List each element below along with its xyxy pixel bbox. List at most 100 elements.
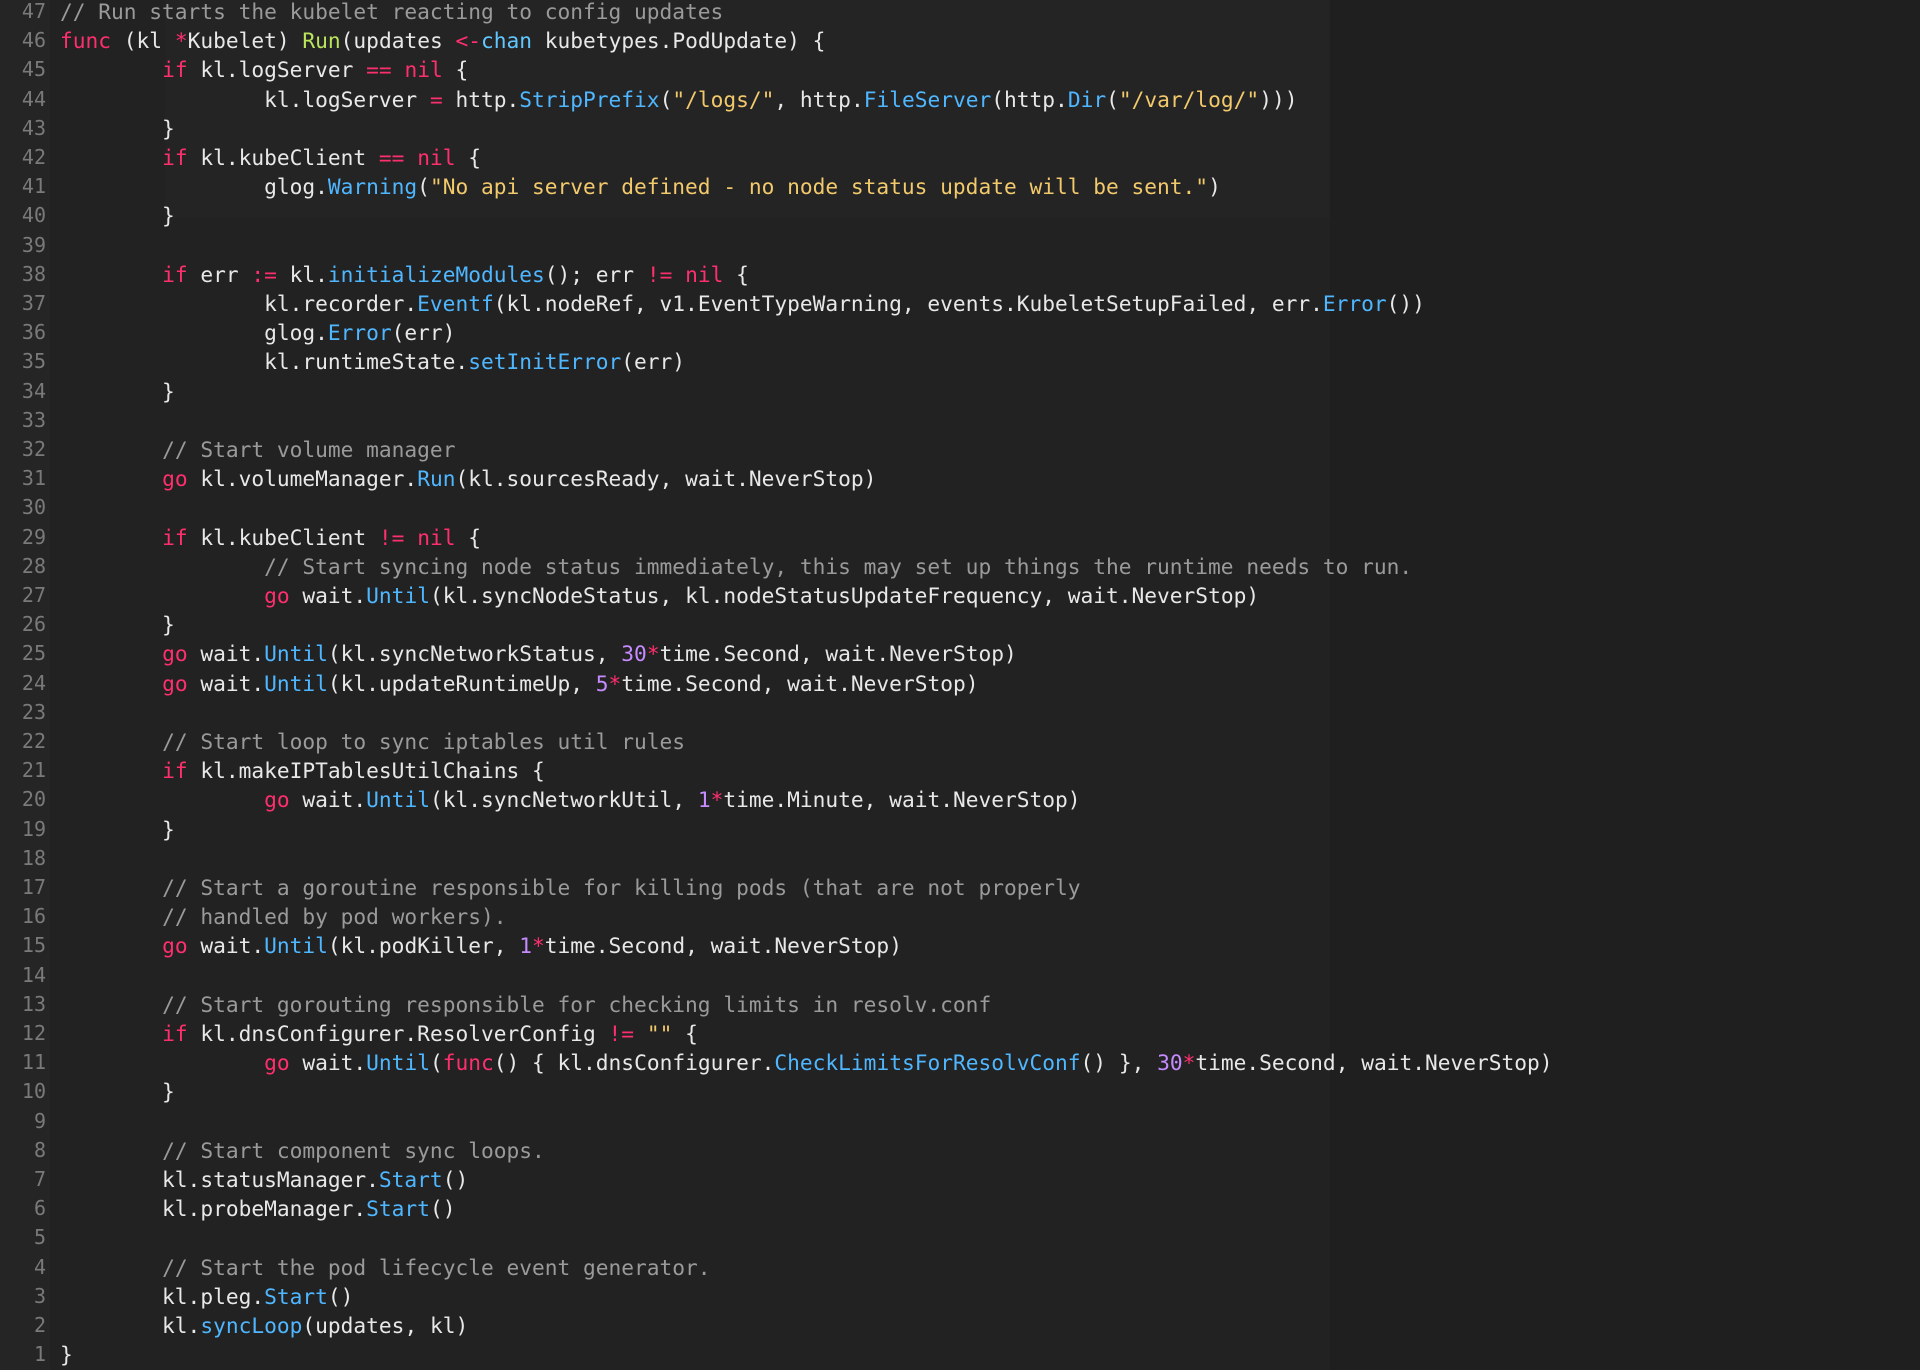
code-line[interactable]: 8 // Start component sync loops. — [0, 1136, 1920, 1165]
code-line[interactable]: 23 — [0, 698, 1920, 727]
line-number: 7 — [33, 1167, 46, 1191]
code-line[interactable]: 19 } — [0, 815, 1920, 844]
code-line[interactable]: 17 // Start a goroutine responsible for … — [0, 873, 1920, 902]
code-line[interactable]: 35 kl.runtimeState.setInitError(err) — [0, 347, 1920, 376]
code-token: ))) — [1259, 86, 1298, 112]
code-token: kubetypes.PodUpdate) { — [532, 28, 826, 54]
line-number: 33 — [21, 407, 46, 432]
code-line[interactable]: 37 kl.recorder.Eventf(kl.nodeRef, v1.Eve… — [0, 289, 1920, 318]
code-line[interactable]: 29 if kl.kubeClient != nil { — [0, 523, 1920, 552]
code-line[interactable]: 21 if kl.makeIPTablesUtilChains { — [0, 756, 1920, 785]
code-token: chan — [481, 28, 533, 54]
code-line[interactable]: 32 // Start volume manager — [0, 435, 1920, 464]
code-line[interactable]: 27 go wait.Until(kl.syncNodeStatus, kl.n… — [0, 581, 1920, 610]
code-token: Until — [366, 787, 430, 813]
code-token: kl. — [60, 1313, 201, 1338]
code-token: Dir — [1067, 86, 1107, 112]
code-line[interactable]: 14 — [0, 961, 1920, 990]
code-token: http. — [442, 86, 520, 112]
code-line[interactable]: 47 // Run starts the kubelet reacting to … — [0, 0, 1920, 26]
code-line[interactable]: 11 go wait.Until(func() { kl.dnsConfigur… — [0, 1048, 1920, 1077]
code-line[interactable]: 41 glog.Warning("No api server defined -… — [0, 172, 1920, 201]
code-line[interactable]: 38 if err := kl.initializeModules(); err… — [0, 260, 1920, 289]
code-line[interactable]: 42 if kl.kubeClient == nil { — [0, 143, 1920, 172]
code-line[interactable]: 25 go wait.Until(kl.syncNetworkStatus, 3… — [0, 639, 1920, 668]
code-line[interactable]: 28 // Start syncing node status immediat… — [0, 552, 1920, 581]
code-text: if kl.dnsConfigurer.ResolverConfig != ""… — [60, 1019, 698, 1048]
code-line[interactable]: 26 } — [0, 610, 1920, 639]
code-token: if — [162, 57, 188, 83]
code-token: go — [162, 933, 188, 959]
line-number: 44 — [21, 86, 46, 111]
line-number: 22 — [21, 729, 46, 753]
line-number: 42 — [21, 145, 46, 169]
code-token: <- — [455, 28, 481, 54]
code-line[interactable]: 31 go kl.volumeManager.Run(kl.sourcesRea… — [0, 464, 1920, 493]
code-token: "" — [646, 1021, 673, 1046]
code-token: kl.recorder. — [60, 291, 418, 316]
code-line[interactable]: 30 — [0, 493, 1920, 522]
code-line[interactable]: 20 go wait.Until(kl.syncNetworkUtil, 1*t… — [0, 785, 1920, 814]
code-line[interactable]: 13 // Start gorouting responsible for ch… — [0, 990, 1920, 1019]
line-number: 23 — [21, 699, 46, 724]
line-number: 30 — [21, 495, 46, 520]
code-line[interactable]: 40 } — [0, 201, 1920, 230]
code-line[interactable]: 22 // Start loop to sync iptables util r… — [0, 727, 1920, 756]
code-line[interactable]: 9 — [0, 1107, 1920, 1136]
code-line[interactable]: 15 go wait.Until(kl.podKiller, 1*time.Se… — [0, 931, 1920, 960]
code-token: { — [455, 524, 481, 550]
code-token: kl.probeManager. — [60, 1196, 367, 1222]
code-line[interactable]: 2 kl.syncLoop(updates, kl) — [0, 1311, 1920, 1340]
line-number: 10 — [21, 1079, 46, 1104]
code-line[interactable]: 46 func (kl *Kubelet) Run(updates <-chan … — [0, 26, 1920, 55]
code-token: initializeModules — [327, 261, 545, 287]
code-line[interactable]: 44 kl.logServer = http.StripPrefix("/log… — [0, 85, 1920, 114]
code-line[interactable]: 18 — [0, 844, 1920, 873]
line-number: 8 — [33, 1137, 46, 1162]
code-line[interactable]: 7 kl.statusManager.Start() — [0, 1165, 1920, 1194]
code-token: (updates — [340, 28, 456, 54]
code-line[interactable]: 5 — [0, 1223, 1920, 1252]
code-token: Eventf — [417, 291, 494, 316]
code-line[interactable]: 45 if kl.logServer == nil { — [0, 55, 1920, 84]
code-line[interactable]: 3 kl.pleg.Start() — [0, 1282, 1920, 1311]
code-token: kl. — [276, 261, 328, 287]
line-number: 20 — [21, 787, 46, 812]
code-token: () — [442, 1167, 469, 1192]
code-token: wait. — [187, 933, 265, 959]
code-line[interactable]: 24 go wait.Until(kl.updateRuntimeUp, 5*t… — [0, 669, 1920, 698]
line-number: 26 — [21, 612, 46, 637]
code-line[interactable]: 34 } — [0, 377, 1920, 406]
code-line[interactable]: 6 kl.probeManager.Start() — [0, 1194, 1920, 1223]
code-line[interactable]: 1} — [0, 1340, 1920, 1369]
code-token: ()) — [1386, 291, 1425, 316]
code-text: kl.runtimeState.setInitError(err) — [60, 347, 685, 376]
code-line[interactable]: 12 if kl.dnsConfigurer.ResolverConfig !=… — [0, 1019, 1920, 1048]
code-line[interactable]: 36 glog.Error(err) — [0, 318, 1920, 347]
code-token: * — [532, 933, 545, 959]
code-line[interactable]: 43 } — [0, 114, 1920, 143]
code-line[interactable]: 10 } — [0, 1077, 1920, 1106]
code-token: * — [608, 670, 622, 696]
line-number: 6 — [33, 1196, 46, 1221]
code-line[interactable]: 4 // Start the pod lifecycle event gener… — [0, 1253, 1920, 1282]
line-number: 39 — [21, 232, 46, 257]
code-line[interactable]: 16 // handled by pod workers). — [0, 902, 1920, 931]
line-number: 37 — [21, 291, 46, 315]
code-token: nil — [404, 57, 443, 83]
code-text: glog.Error(err) — [60, 318, 455, 347]
code-editor[interactable]: 47// Run starts the kubelet reacting to … — [0, 0, 1920, 1370]
code-token: // Start the pod lifecycle event generat… — [162, 1254, 711, 1280]
code-token: (kl.updateRuntimeUp, — [327, 670, 596, 696]
code-line[interactable]: 33 — [0, 406, 1920, 435]
code-token: Start — [366, 1196, 430, 1222]
code-token: if — [162, 1021, 188, 1046]
code-line[interactable]: 39 — [0, 231, 1920, 260]
code-token: Until — [366, 1050, 430, 1076]
code-token: Start — [264, 1283, 328, 1309]
